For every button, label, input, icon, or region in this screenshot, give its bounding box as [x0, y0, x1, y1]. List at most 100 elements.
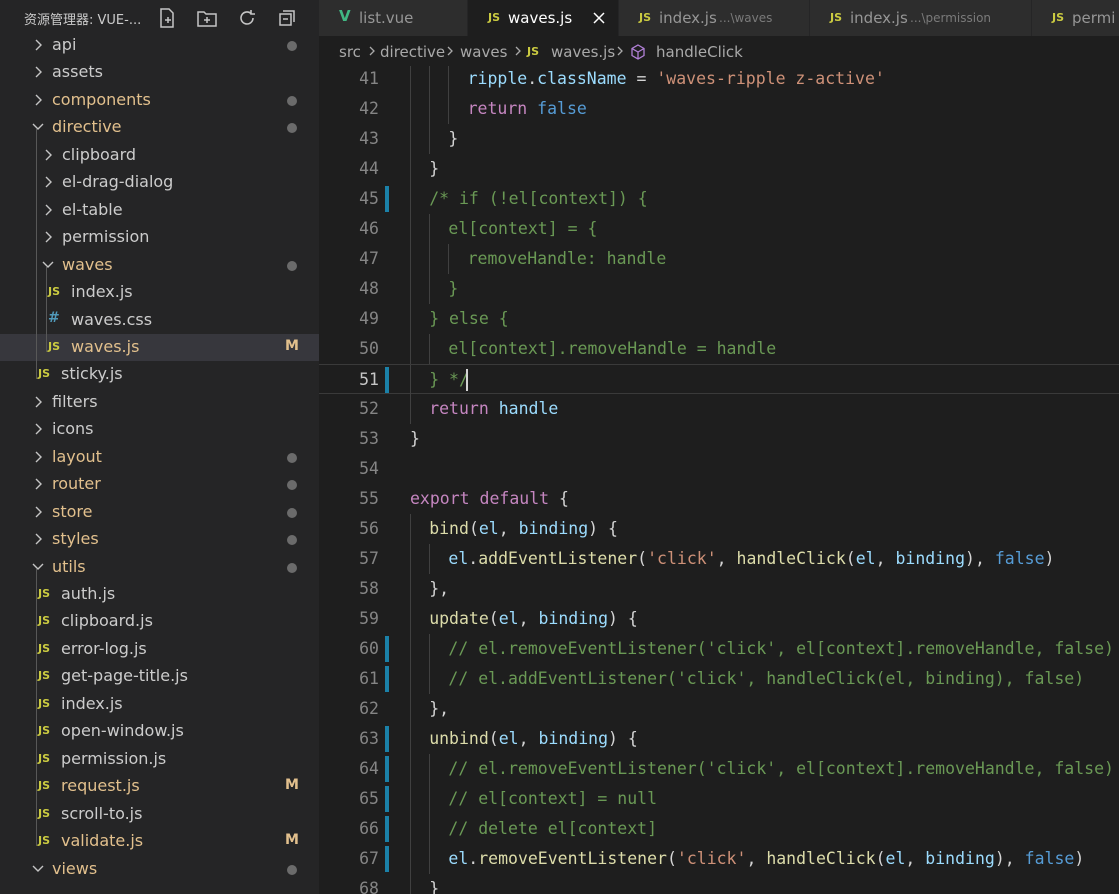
indent-guide: [36, 568, 37, 847]
code-line[interactable]: 63 unbind(el, binding) {: [319, 724, 1119, 754]
tree-file[interactable]: JS get-page-title.js: [0, 663, 319, 690]
chevron-right-icon: [445, 42, 455, 64]
code-token: el: [498, 729, 519, 748]
tree-folder[interactable]: el-drag-dialog: [0, 169, 319, 196]
breadcrumb-item[interactable]: waves.js: [551, 43, 615, 61]
code-token: handleClick: [766, 849, 876, 868]
code-line[interactable]: 68}: [319, 874, 1119, 894]
line-number: 58: [359, 579, 379, 598]
tree-folder[interactable]: components: [0, 87, 319, 114]
code-line[interactable]: 55 export default {: [319, 484, 1119, 514]
code-line[interactable]: 44}: [319, 154, 1119, 184]
code-line[interactable]: 60 // el.removeEventListener('click', el[…: [319, 634, 1119, 664]
new-file-icon[interactable]: [155, 6, 179, 30]
code-line[interactable]: 61 // el.addEventListener('click', handle…: [319, 664, 1119, 694]
tree-label: store: [52, 501, 93, 521]
code-line[interactable]: 58},: [319, 574, 1119, 604]
code-line[interactable]: 41 ripple.className = 'waves-ripple z-act…: [319, 66, 1119, 94]
code-line[interactable]: 65 // el[context] = null: [319, 784, 1119, 814]
refresh-icon[interactable]: [235, 6, 259, 30]
code-text: el.addEventListener('click', handleClick…: [448, 549, 1054, 568]
code-line[interactable]: 49} else {: [319, 304, 1119, 334]
tree-file[interactable]: JS index.js: [0, 691, 319, 718]
code-token: 'click': [647, 549, 717, 568]
editor-tab[interactable]: JS permi: [1032, 0, 1119, 36]
line-number: 52: [359, 399, 379, 418]
editor-tab[interactable]: JS waves.js: [468, 0, 619, 36]
tree-folder[interactable]: el-table: [0, 197, 319, 224]
code-line[interactable]: 52 return handle: [319, 394, 1119, 424]
indent-guide: [410, 66, 411, 94]
collapse-all-icon[interactable]: [275, 6, 299, 30]
code-line[interactable]: 67 el.removeEventListener('click', handle…: [319, 844, 1119, 874]
code-line[interactable]: 56 bind(el, binding) {: [319, 514, 1119, 544]
tree-file[interactable]: JS auth.js: [0, 581, 319, 608]
code-line[interactable]: 45 /* if (!el[context]) {: [319, 184, 1119, 214]
tree-folder[interactable]: icons: [0, 416, 319, 443]
tree-label: router: [52, 474, 101, 494]
breadcrumb-item[interactable]: src: [339, 43, 361, 61]
tree-label: views: [52, 858, 98, 878]
js-icon: JS: [1052, 11, 1065, 24]
code-line[interactable]: 48}: [319, 274, 1119, 304]
tree-folder[interactable]: assets: [0, 59, 319, 86]
code-line[interactable]: 51} */: [319, 364, 1119, 395]
tree-folder[interactable]: waves: [0, 252, 319, 279]
code-line[interactable]: 46 el[context] = {: [319, 214, 1119, 244]
code-line[interactable]: 62},: [319, 694, 1119, 724]
close-icon[interactable]: [591, 6, 607, 35]
code-token: unbind: [429, 729, 489, 748]
tree-file[interactable]: JS waves.js M: [0, 333, 319, 361]
editor-tab[interactable]: Vlist.vue: [319, 0, 468, 36]
tree-folder[interactable]: utils: [0, 554, 319, 581]
code-line[interactable]: 66 // delete el[context]: [319, 814, 1119, 844]
tree-folder[interactable]: layout: [0, 444, 319, 471]
code-line[interactable]: 53}: [319, 424, 1119, 454]
tree-file[interactable]: JS sticky.js: [0, 361, 319, 388]
code-line[interactable]: 57 el.addEventListener('click', handleCli…: [319, 544, 1119, 574]
tree-file[interactable]: JS scroll-to.js: [0, 801, 319, 828]
indent-guide: [410, 574, 411, 604]
code-token: 'waves-ripple z-active': [656, 69, 885, 88]
code-editor[interactable]: 41 ripple.className = 'waves-ripple z-act…: [319, 66, 1119, 894]
new-folder-icon[interactable]: [195, 6, 219, 30]
editor-tab[interactable]: JS index.js ...\waves: [619, 0, 810, 36]
tree-folder[interactable]: filters: [0, 389, 319, 416]
tree-folder[interactable]: api: [0, 32, 319, 59]
indent-guide: [410, 874, 411, 894]
tree-file[interactable]: JS open-window.js: [0, 718, 319, 745]
tree-folder[interactable]: store: [0, 499, 319, 526]
editor-tab[interactable]: JS index.js ...\permission: [810, 0, 1032, 36]
code-token: return: [429, 399, 489, 418]
code-line[interactable]: 54: [319, 454, 1119, 484]
tree-file[interactable]: JS validate.js M: [0, 828, 319, 855]
tree-file[interactable]: JS request.js M: [0, 773, 319, 800]
code-line[interactable]: 47 removeHandle: handle: [319, 244, 1119, 274]
line-number: 61: [359, 669, 379, 688]
tree-folder[interactable]: views: [0, 856, 319, 883]
code-token: handleClick: [736, 549, 846, 568]
tree-folder[interactable]: router: [0, 471, 319, 498]
line-number: 55: [359, 489, 379, 508]
code-line[interactable]: 42 return false: [319, 94, 1119, 124]
code-line[interactable]: 50 el[context].removeHandle = handle: [319, 334, 1119, 364]
tree-file[interactable]: JS error-log.js: [0, 636, 319, 663]
code-line[interactable]: 43}: [319, 124, 1119, 154]
tree-file[interactable]: # waves.css: [0, 307, 319, 334]
breadcrumb-item[interactable]: handleClick: [656, 43, 743, 61]
tree-folder[interactable]: clipboard: [0, 142, 319, 169]
tree-file[interactable]: JS index.js: [0, 279, 319, 306]
breadcrumb-item[interactable]: waves: [460, 43, 507, 61]
tree-folder[interactable]: permission: [0, 224, 319, 251]
indent-guide: [410, 394, 411, 424]
tree-file[interactable]: JS permission.js: [0, 746, 319, 773]
code-line[interactable]: 64 // el.removeEventListener('click', el[…: [319, 754, 1119, 784]
breadcrumb-item[interactable]: directive: [380, 43, 445, 61]
tree-file[interactable]: JS clipboard.js: [0, 608, 319, 635]
code-token: (: [845, 549, 856, 568]
code-token: =: [626, 69, 657, 88]
tree-folder[interactable]: directive: [0, 114, 319, 141]
tree-folder[interactable]: styles: [0, 526, 319, 553]
indent-guide: [410, 814, 411, 844]
code-line[interactable]: 59 update(el, binding) {: [319, 604, 1119, 634]
